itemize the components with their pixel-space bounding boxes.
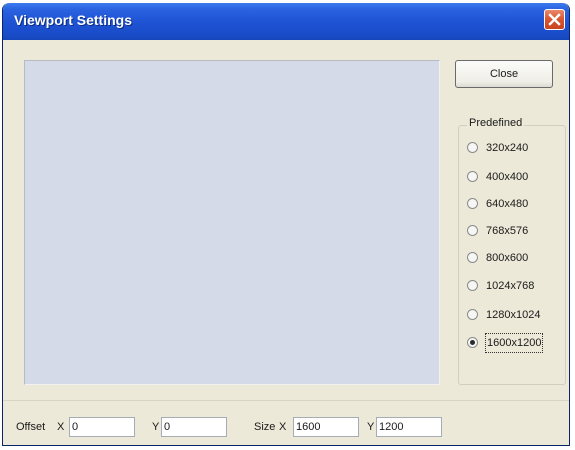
size-label: Size xyxy=(254,421,276,433)
close-icon xyxy=(548,13,561,26)
radio-label: 1024x768 xyxy=(486,280,535,292)
offset-x-label: X xyxy=(57,421,65,433)
radio-button[interactable] xyxy=(467,171,478,182)
radio-button[interactable] xyxy=(467,252,478,263)
radio-button[interactable] xyxy=(467,142,478,153)
window-title: Viewport Settings xyxy=(14,12,132,28)
radio-label: 1280x1024 xyxy=(486,309,541,321)
viewport-preview-area[interactable] xyxy=(24,60,440,385)
offset-y-input[interactable] xyxy=(161,417,227,437)
radio-label: 800x600 xyxy=(486,252,529,264)
radio-label: 1600x1200 xyxy=(484,333,544,353)
size-y-label: Y xyxy=(367,421,375,433)
radio-label: 320x240 xyxy=(486,142,529,154)
title-close-button[interactable] xyxy=(544,9,565,30)
radio-button[interactable] xyxy=(467,225,478,236)
size-y-input[interactable] xyxy=(376,417,442,437)
viewport-settings-dialog: Viewport Settings Close Predefined 320x2… xyxy=(2,3,570,446)
radio-selected-dot xyxy=(470,340,475,345)
size-x-label: X xyxy=(279,421,287,433)
radio-label: 768x576 xyxy=(486,225,529,237)
radio-button[interactable] xyxy=(467,309,478,320)
radio-button[interactable] xyxy=(467,337,478,348)
size-x-input[interactable] xyxy=(293,417,359,437)
radio-button[interactable] xyxy=(467,280,478,291)
offset-y-label: Y xyxy=(152,421,160,433)
offset-x-input[interactable] xyxy=(69,417,135,437)
radio-label: 400x400 xyxy=(486,171,529,183)
radio-button[interactable] xyxy=(467,198,478,209)
title-bar: Viewport Settings xyxy=(3,3,569,40)
predefined-group-label: Predefined xyxy=(467,117,525,129)
offset-label: Offset xyxy=(16,421,46,433)
close-button[interactable]: Close xyxy=(455,60,553,88)
radio-label: 640x480 xyxy=(486,198,529,210)
